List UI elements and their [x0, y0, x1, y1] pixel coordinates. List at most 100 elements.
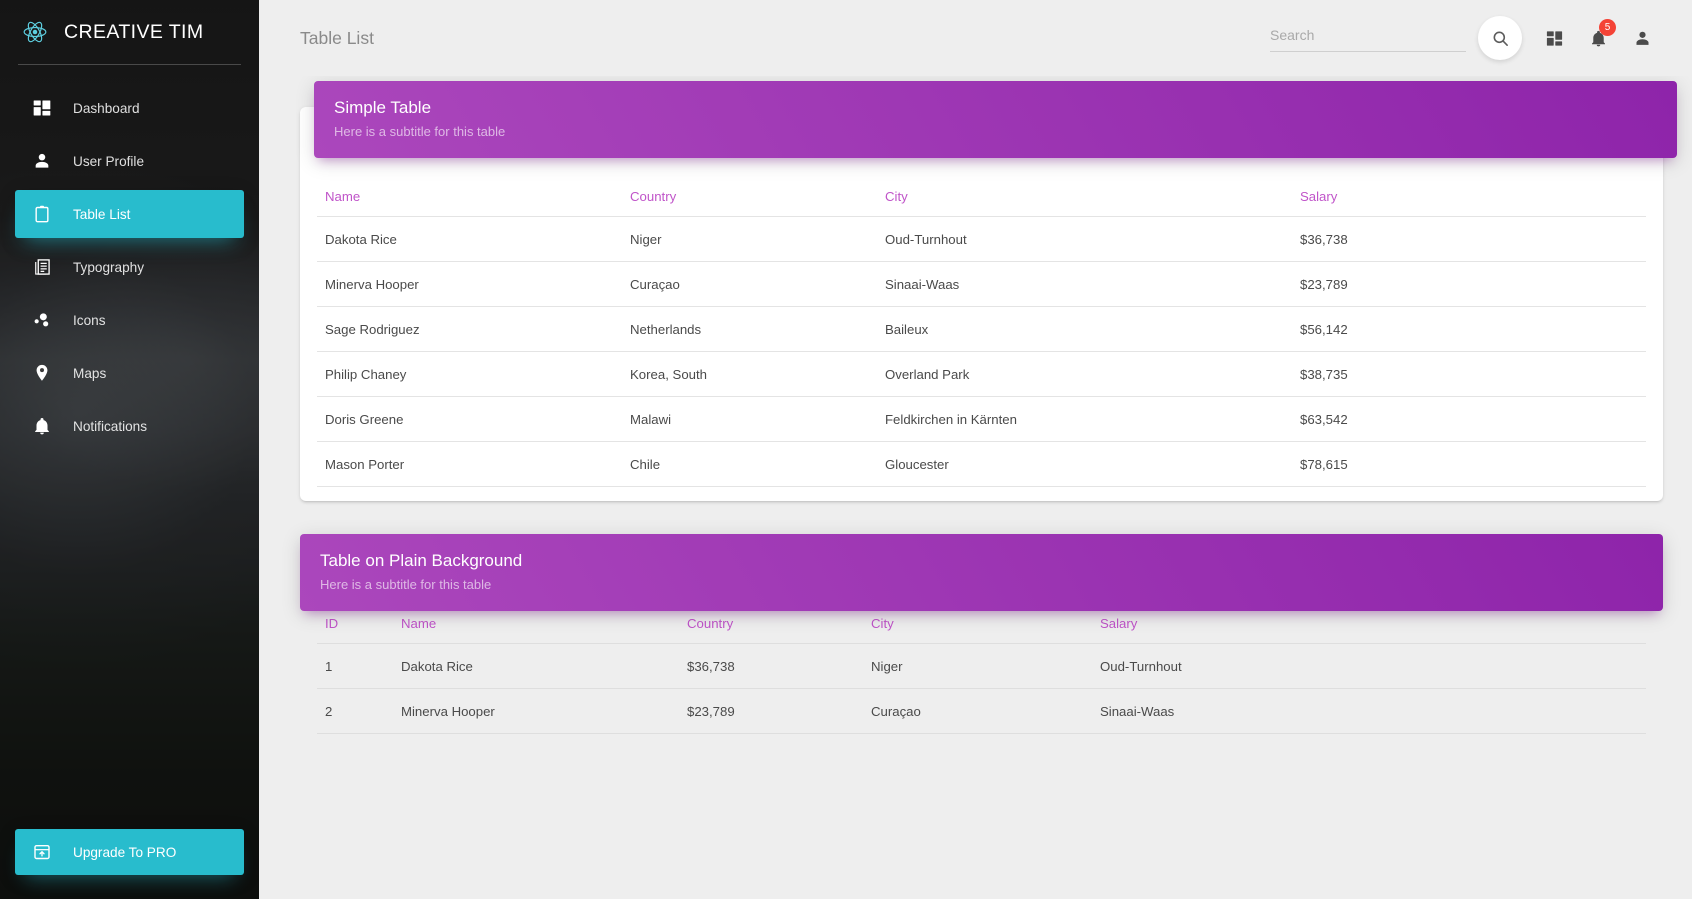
simple-table-card: Simple Table Here is a subtitle for this…	[300, 81, 1677, 501]
cell-city: Oud-Turnhout	[877, 216, 1292, 262]
cell-city: Gloucester	[877, 441, 1292, 487]
cell-country: $36,738	[679, 643, 863, 689]
sidebar-item-icons[interactable]: Icons	[15, 296, 244, 344]
profile-button[interactable]	[1620, 16, 1664, 60]
sidebar-item-user-profile[interactable]: User Profile	[15, 137, 244, 185]
dashboard-button[interactable]	[1532, 16, 1576, 60]
sidebar-item-label: Dashboard	[73, 100, 140, 116]
notification-badge: 5	[1599, 19, 1616, 36]
cell-salary: $36,738	[1292, 216, 1646, 262]
simple-table: Name Country City Salary Dakota Rice Nig…	[317, 177, 1646, 487]
plain-table-card: Table on Plain Background Here is a subt…	[300, 534, 1663, 748]
cell-country: $23,789	[679, 688, 863, 734]
table-row[interactable]: Mason Porter Chile Gloucester $78,615	[317, 441, 1646, 487]
search-field	[1270, 24, 1466, 52]
sidebar-item-label: Maps	[73, 365, 107, 381]
cell-name: Dakota Rice	[317, 216, 622, 262]
cell-id: 2	[317, 688, 393, 734]
search-button[interactable]	[1478, 16, 1522, 60]
cell-salary: Sinaai-Waas	[1092, 688, 1646, 734]
unarchive-upload-icon	[31, 841, 53, 863]
sidebar: CREATIVE TIM Dashboard User Profile Tabl…	[0, 0, 259, 899]
card-title: Simple Table	[334, 98, 432, 117]
bell-icon	[31, 415, 53, 437]
cell-name: Minerva Hooper	[393, 688, 679, 734]
table-body: 1 Dakota Rice $36,738 Niger Oud-Turnhout…	[317, 643, 1646, 734]
sidebar-item-maps[interactable]: Maps	[15, 349, 244, 397]
cell-salary: $56,142	[1292, 306, 1646, 352]
cell-name: Minerva Hooper	[317, 261, 622, 307]
page-title: Table List	[300, 27, 374, 48]
cell-country: Chile	[622, 441, 877, 487]
cell-name: Mason Porter	[317, 441, 622, 487]
dashboard-grid-icon	[31, 97, 53, 119]
person-icon	[31, 150, 53, 172]
table-row[interactable]: 2 Minerva Hooper $23,789 Curaçao Sinaai-…	[317, 688, 1646, 734]
card-title: Table on Plain Background	[320, 551, 523, 570]
cell-city: Overland Park	[877, 351, 1292, 397]
notifications-button[interactable]: 5	[1576, 16, 1620, 60]
plain-table: ID Name Country City Salary 1 Dakota Ric…	[317, 604, 1646, 734]
cell-salary: $63,542	[1292, 396, 1646, 442]
react-atom-icon	[23, 21, 47, 43]
cell-salary: Oud-Turnhout	[1092, 643, 1646, 689]
cell-name: Philip Chaney	[317, 351, 622, 397]
sidebar-item-label: Table List	[73, 206, 131, 222]
brand-logo[interactable]: CREATIVE TIM	[0, 0, 259, 64]
cell-country: Korea, South	[622, 351, 877, 397]
map-pin-icon	[31, 362, 53, 384]
table-row[interactable]: Philip Chaney Korea, South Overland Park…	[317, 351, 1646, 397]
clipboard-icon	[31, 203, 53, 225]
cell-salary: $23,789	[1292, 261, 1646, 307]
upgrade-container: Upgrade To PRO	[0, 829, 259, 875]
app-root: CREATIVE TIM Dashboard User Profile Tabl…	[0, 0, 1692, 899]
cell-salary: $38,735	[1292, 351, 1646, 397]
brand-name: CREATIVE TIM	[64, 20, 204, 43]
table-header-row: Name Country City Salary	[317, 177, 1646, 217]
table-body: Dakota Rice Niger Oud-Turnhout $36,738 M…	[317, 216, 1646, 487]
content-area: Simple Table Here is a subtitle for this…	[259, 76, 1692, 899]
main-panel: Table List Search 5 Simple Table Here is…	[259, 0, 1692, 899]
sidebar-item-label: Typography	[73, 259, 145, 275]
search-input[interactable]	[1270, 24, 1466, 45]
card-subtitle: Here is a subtitle for this table	[320, 577, 492, 592]
table-row[interactable]: Minerva Hooper Curaçao Sinaai-Waas $23,7…	[317, 261, 1646, 307]
column-header-name[interactable]: Name	[317, 177, 622, 217]
column-header-country[interactable]: Country	[622, 177, 877, 217]
bubble-chart-icon	[31, 309, 53, 331]
sidebar-item-label: User Profile	[73, 153, 145, 169]
table-row[interactable]: Doris Greene Malawi Feldkirchen in Kärnt…	[317, 396, 1646, 442]
simple-table-wrap: Name Country City Salary Dakota Rice Nig…	[300, 177, 1663, 487]
table-row[interactable]: Dakota Rice Niger Oud-Turnhout $36,738	[317, 216, 1646, 262]
sidebar-item-table-list[interactable]: Table List	[15, 190, 244, 238]
cell-country: Niger	[622, 216, 877, 262]
table-row[interactable]: Sage Rodriguez Netherlands Baileux $56,1…	[317, 306, 1646, 352]
upgrade-to-pro-button[interactable]: Upgrade To PRO	[15, 829, 244, 875]
search-icon	[1493, 31, 1508, 46]
sidebar-item-dashboard[interactable]: Dashboard	[15, 84, 244, 132]
dashboard-grid-icon	[1546, 30, 1562, 46]
card-subtitle: Here is a subtitle for this table	[334, 124, 506, 139]
cell-city: Curaçao	[863, 688, 1092, 734]
card-header: Table on Plain Background Here is a subt…	[300, 534, 1663, 611]
cell-salary: $78,615	[1292, 441, 1646, 487]
topbar: Table List Search 5	[259, 0, 1692, 76]
upgrade-to-pro-label: Upgrade To PRO	[73, 844, 177, 860]
sidebar-item-notifications[interactable]: Notifications	[15, 402, 244, 450]
table-head: Name Country City Salary	[317, 177, 1646, 217]
cell-id: 1	[317, 643, 393, 689]
table-row[interactable]: 1 Dakota Rice $36,738 Niger Oud-Turnhout	[317, 643, 1646, 689]
column-header-salary[interactable]: Salary	[1292, 177, 1646, 217]
card-header: Simple Table Here is a subtitle for this…	[314, 81, 1677, 158]
column-header-city[interactable]: City	[877, 177, 1292, 217]
sidebar-item-typography[interactable]: Typography	[15, 243, 244, 291]
cell-country: Netherlands	[622, 306, 877, 352]
cell-name: Dakota Rice	[393, 643, 679, 689]
cell-city: Feldkirchen in Kärnten	[877, 396, 1292, 442]
plain-table-wrap: ID Name Country City Salary 1 Dakota Ric…	[300, 604, 1663, 734]
cell-name: Doris Greene	[317, 396, 622, 442]
sidebar-nav: Dashboard User Profile Table List Typogr…	[0, 65, 259, 450]
cell-country: Malawi	[622, 396, 877, 442]
person-icon	[1635, 31, 1649, 45]
sidebar-item-label: Notifications	[73, 418, 148, 434]
